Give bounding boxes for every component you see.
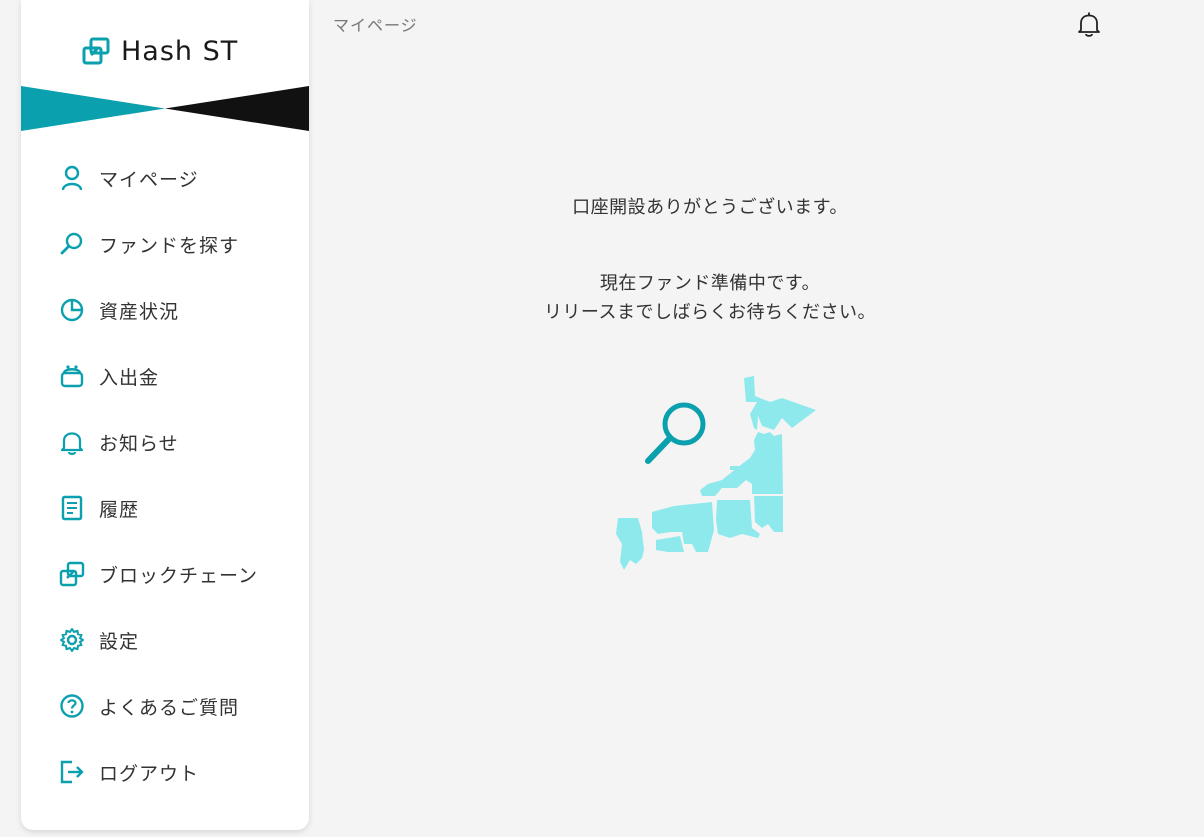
logout-icon <box>59 759 85 785</box>
sidebar-item-history[interactable]: 履歴 <box>21 475 309 541</box>
brand-name: Hash ST <box>121 35 239 67</box>
brand-logo[interactable]: Hash ST <box>81 34 238 68</box>
sidebar-item-faq[interactable]: よくあるご質問 <box>21 673 309 739</box>
sidebar-item-assets[interactable]: 資産状況 <box>21 277 309 343</box>
wallet-icon <box>59 363 85 389</box>
sidebar-item-deposit-withdraw[interactable]: 入出金 <box>21 343 309 409</box>
search-icon <box>59 231 85 257</box>
preparing-message-line2: リリースまでしばらくお待ちください。 <box>543 302 877 323</box>
sidebar-item-find-fund[interactable]: ファンドを探す <box>21 211 309 277</box>
sidebar-nav: マイページ ファンドを探す 資産状況 入出金 お知らせ 履歴 ブロックチェーン … <box>21 145 309 805</box>
sidebar-item-settings[interactable]: 設定 <box>21 607 309 673</box>
sidebar-item-label: よくあるご質問 <box>99 696 240 719</box>
gear-icon <box>59 627 85 653</box>
blockchain-icon <box>59 561 85 587</box>
pie-chart-icon <box>59 297 85 323</box>
sidebar-item-label: マイページ <box>99 168 199 191</box>
thank-you-message: 口座開設ありがとうございます。 <box>572 197 848 218</box>
breadcrumb[interactable]: マイページ <box>333 12 418 36</box>
sidebar-item-logout[interactable]: ログアウト <box>21 739 309 805</box>
preparing-message: 現在ファンド準備中です。 リリースまでしばらくお待ちください。 <box>330 269 1090 327</box>
sidebar-item-label: ファンドを探す <box>99 234 240 257</box>
preparing-message-line1: 現在ファンド準備中です。 <box>599 273 821 294</box>
sidebar-item-blockchain[interactable]: ブロックチェーン <box>21 541 309 607</box>
notification-bell-icon[interactable] <box>1075 10 1103 38</box>
sidebar-item-label: お知らせ <box>99 432 179 455</box>
japan-map-search-illustration <box>616 376 816 570</box>
sidebar-item-label: 設定 <box>99 630 140 653</box>
question-icon <box>59 693 85 719</box>
sidebar: Hash ST マイページ ファンドを探す 資産状況 入出金 お知らせ 履歴 ブ… <box>21 0 309 830</box>
header-banner <box>21 86 309 131</box>
sidebar-item-label: 資産状況 <box>99 300 180 323</box>
sidebar-item-notices[interactable]: お知らせ <box>21 409 309 475</box>
document-icon <box>59 495 85 521</box>
user-icon <box>59 165 85 191</box>
bell-icon <box>59 429 85 455</box>
hash-logo-icon <box>82 37 110 65</box>
sidebar-item-label: 入出金 <box>99 366 160 389</box>
sidebar-item-label: ログアウト <box>99 762 200 785</box>
sidebar-item-label: 履歴 <box>99 498 140 521</box>
sidebar-item-label: ブロックチェーン <box>99 564 259 587</box>
sidebar-item-mypage[interactable]: マイページ <box>21 145 309 211</box>
